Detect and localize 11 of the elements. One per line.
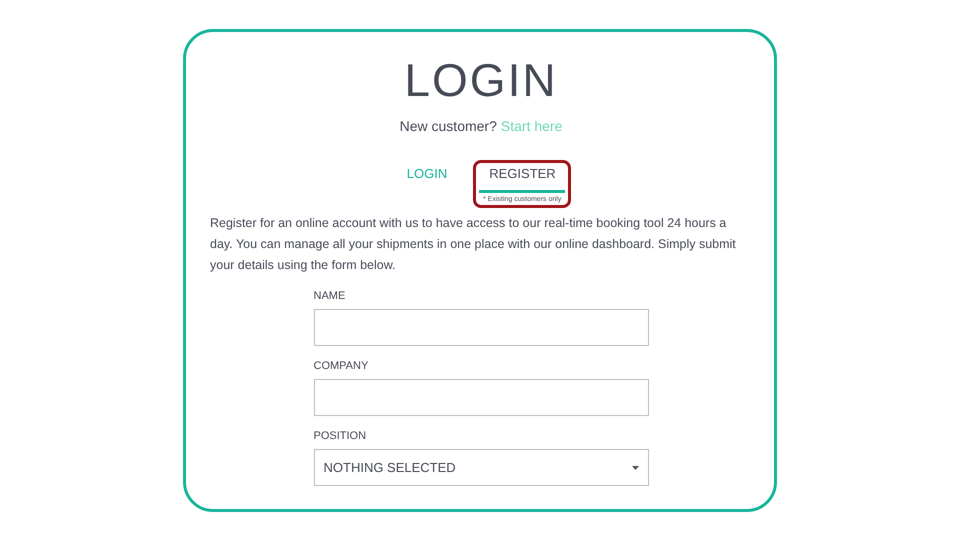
field-label: COMPANY xyxy=(314,360,370,372)
page-title: LOGIN xyxy=(404,53,558,108)
field-label: POSITION xyxy=(314,430,368,442)
intro-paragraph: Register for an online account with us to have access to our real-time booking tool 24 hours a day. You can manage all your shipments in one place with our online dashboard. Simply submit your details using the form below. xyxy=(210,215,737,274)
new-customer-text: New customer? xyxy=(400,118,497,134)
field-label: NAME xyxy=(314,290,346,302)
select-field[interactable]: NOTHING SELECTED xyxy=(314,449,648,486)
input-field[interactable] xyxy=(314,309,648,346)
tab[interactable]: REGISTER xyxy=(479,163,566,193)
caret-icon xyxy=(632,466,638,470)
input-field[interactable] xyxy=(314,379,648,416)
